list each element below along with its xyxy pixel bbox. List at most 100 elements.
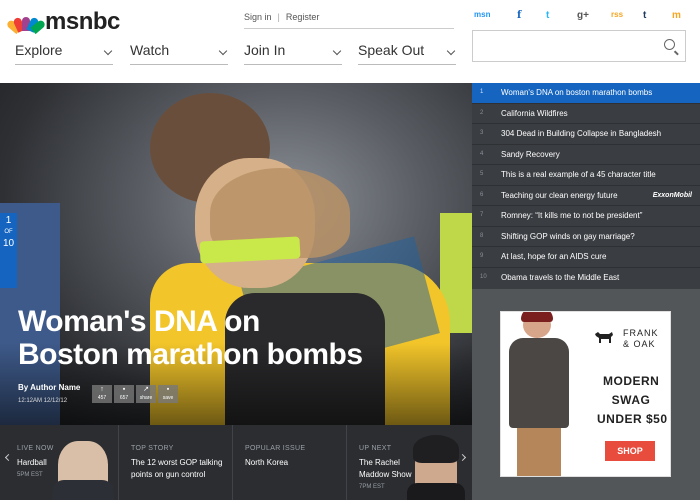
up-next-kicker: UP NEXT [359,445,392,452]
hero-headline[interactable]: Woman's DNA on Boston marathon bombs [18,305,418,371]
top-story-card[interactable]: TOP STORY The 12 worst GOP talking point… [118,425,232,500]
headline-number: 7 [480,212,484,218]
google-plus-icon[interactable]: g+ [577,10,589,21]
host-suit [52,480,114,500]
headline-text: Shifting GOP winds on gay marriage? [501,231,635,241]
live-now-card[interactable]: LIVE NOW Hardball 5PM EST [0,425,118,500]
headline-number: 10 [480,273,487,280]
up-arrow-icon: ↑ [100,386,104,393]
headline-item[interactable]: 3 304 Dead in Building Collapse in Bangl… [472,124,700,145]
twitter-icon[interactable]: t [546,10,549,21]
headline-text: Sandy Recovery [501,149,560,159]
live-now-time: 5PM EST [17,472,43,478]
brand-line: FRANK [623,328,659,338]
pager-current: 1 [5,215,12,226]
headline-item[interactable]: 1 Woman's DNA on boston marathon bombs [472,83,700,104]
headline-number: 1 [480,89,484,95]
headline-item-sponsored[interactable]: 6 Teaching our clean energy future Exxon… [472,186,700,206]
share-icon: ↗ [143,386,149,393]
chevron-down-icon [332,46,342,56]
nav-label: Explore [15,42,63,58]
ad-model-beanie [521,312,553,322]
peacock-icon [5,13,47,35]
top-story-kicker: TOP STORY [131,445,174,452]
nav-label: Join In [244,42,286,58]
chevron-down-icon [218,46,228,56]
headline-text: Romney: “It kills me to not be president… [501,211,643,220]
top-story-title: The 12 worst GOP talking points on gun c… [131,457,222,481]
popular-issue-card[interactable]: POPULAR ISSUE North Korea [232,425,346,500]
ad-copy-line: SWAG [611,393,651,407]
headline-text: 304 Dead in Building Collapse in Banglad… [501,129,662,138]
title-line: points on gun control [131,470,206,479]
headline-item[interactable]: 5 This is a real example of a 45 charact… [472,165,700,186]
headline-item[interactable]: 7 Romney: “It kills me to not be preside… [472,206,700,227]
headline-item[interactable]: 4 Sandy Recovery [472,145,700,165]
popular-issue-kicker: POPULAR ISSUE [245,445,306,452]
save-icon: ▪ [166,386,170,393]
register-link[interactable]: Register [286,12,320,22]
msn-icon[interactable]: msn [474,10,490,19]
share-button[interactable]: ↗ share [136,385,156,403]
ad-model-pants [517,428,561,476]
headline-list: 1 Woman's DNA on boston marathon bombs 2… [472,83,700,289]
rss-icon[interactable]: rss [611,10,623,19]
pager-of: OF [4,229,13,235]
up-next-card[interactable]: UP NEXT The Rachel Maddow Show 7PM EST [346,425,472,500]
comment-count: 657 [119,395,129,401]
dog-icon [595,332,613,343]
nav-explore[interactable]: Explore [15,42,113,65]
headline-item[interactable]: 8 Shifting GOP winds on gay marriage? [472,227,700,247]
headline-item[interactable]: 10 Obama travels to the Middle East [472,268,700,289]
title-line: The 12 worst GOP talking [131,458,223,467]
headline-number: 3 [480,130,484,136]
upvote-count: 457 [97,395,107,401]
popular-issue-title: North Korea [245,458,289,467]
divider: | [277,12,280,22]
headline-text: Woman's DNA on boston marathon bombs [501,88,653,97]
hero-headline-line: Boston marathon bombs [18,338,363,371]
facebook-icon[interactable]: f [517,10,521,21]
up-next-title: The Rachel Maddow Show [359,457,411,481]
headline-number: 6 [480,191,484,198]
ad-model-sweater [509,338,569,428]
ad-shop-button[interactable]: SHOP [605,441,655,461]
title-line: Maddow Show [359,470,412,479]
brand-line: & OAK [623,339,656,349]
chevron-down-icon [103,46,113,56]
promo-strip: LIVE NOW Hardball 5PM EST TOP STORY The … [0,425,472,500]
slide-pager[interactable]: 1 OF 10 [0,213,17,288]
tumblr-icon[interactable]: t [643,10,646,21]
mobile-icon[interactable]: m [672,10,681,21]
nav-watch[interactable]: Watch [130,42,228,65]
advertisement[interactable]: FRANK & OAK MODERN SWAG UNDER $50 SHOP [500,311,671,477]
host-suit [407,483,465,500]
share-toolbar: ↑ 457 ▪ 657 ↗ share ▪ save [92,385,178,403]
msnbc-logo[interactable]: msnbc [5,8,120,36]
comments-button[interactable]: ▪ 657 [114,385,134,403]
chevron-down-icon [446,46,456,56]
search-icon[interactable] [664,39,675,50]
title-line: The Rachel [359,458,400,467]
headline-number: 4 [480,150,484,157]
headline-number: 5 [480,171,484,177]
live-now-title: Hardball [17,458,47,467]
account-links: Sign in | Register [244,12,319,22]
headline-text: Obama travels to the Middle East [501,272,620,282]
upvote-button[interactable]: ↑ 457 [92,385,112,403]
logo-text: msnbc [45,8,120,35]
divider [244,28,454,29]
nav-speak-out[interactable]: Speak Out [358,42,456,65]
ad-brand-name: FRANK & OAK [623,328,659,350]
ad-copy: MODERN SWAG UNDER $50 [597,372,667,429]
nav-label: Watch [130,42,170,58]
nav-join-in[interactable]: Join In [244,42,342,65]
hero-image[interactable] [0,83,472,425]
headline-item[interactable]: 9 At last, hope for an AIDS cure [472,247,700,268]
save-label: save [162,395,174,401]
byline[interactable]: By Author Name [18,383,80,392]
save-button[interactable]: ▪ save [158,385,178,403]
headline-item[interactable]: 2 California Wildfires [472,104,700,124]
search-field[interactable] [472,30,686,62]
sign-in-link[interactable]: Sign in [244,12,272,22]
